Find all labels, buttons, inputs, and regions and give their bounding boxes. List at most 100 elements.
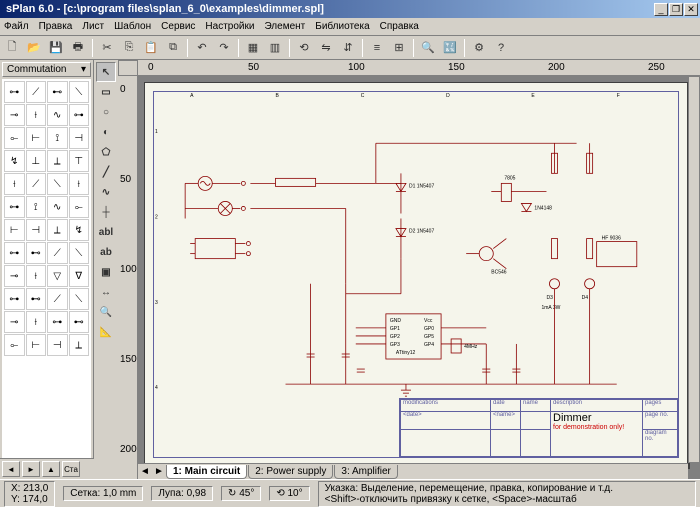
node-tool[interactable]: ┼: [96, 202, 116, 222]
symbol-item[interactable]: ⟊: [69, 173, 90, 195]
symbol-item[interactable]: ⊶: [69, 104, 90, 126]
lib-prev-button[interactable]: ◄: [2, 461, 20, 477]
lib-next-button[interactable]: ►: [22, 461, 40, 477]
image-tool[interactable]: ▣: [96, 262, 116, 282]
symbol-item[interactable]: ⟟: [47, 127, 68, 149]
settings-button[interactable]: ⚙: [469, 38, 489, 58]
symbol-item[interactable]: ⟂: [47, 150, 68, 172]
help-button[interactable]: ?: [491, 38, 511, 58]
menu-element[interactable]: Элемент: [264, 21, 305, 32]
minimize-button[interactable]: _: [654, 3, 668, 16]
symbol-item[interactable]: ⟊: [26, 311, 47, 333]
page-tab[interactable]: 3: Amplifier: [334, 465, 397, 479]
rectangle-tool[interactable]: ▭: [96, 82, 116, 102]
symbol-item[interactable]: ∿: [47, 196, 68, 218]
symbol-item[interactable]: ⊣: [69, 127, 90, 149]
symbol-item[interactable]: ⊷: [26, 242, 47, 264]
menu-file[interactable]: Файл: [4, 21, 29, 32]
align-button[interactable]: ≡: [367, 38, 387, 58]
library-category[interactable]: Commutation▾: [2, 62, 91, 77]
symbol-item[interactable]: ⟊: [4, 173, 25, 195]
symbol-item[interactable]: ⊢: [26, 127, 47, 149]
symbol-item[interactable]: ↯: [4, 150, 25, 172]
maximize-button[interactable]: ❐: [669, 3, 683, 16]
line-tool[interactable]: ╱: [96, 162, 116, 182]
symbol-item[interactable]: ∇: [69, 265, 90, 287]
symbol-item[interactable]: ⊶: [4, 242, 25, 264]
copy-button[interactable]: ⎘: [119, 38, 139, 58]
redo-button[interactable]: ↷: [214, 38, 234, 58]
symbol-item[interactable]: ↯: [69, 219, 90, 241]
menu-service[interactable]: Сервис: [161, 21, 195, 32]
text-tool[interactable]: ab: [96, 242, 116, 262]
symbol-item[interactable]: ⟜: [4, 334, 25, 356]
symbol-item[interactable]: ⟋: [47, 242, 68, 264]
symbol-item[interactable]: ⊣: [26, 219, 47, 241]
symbol-item[interactable]: ⟜: [4, 127, 25, 149]
symbol-item[interactable]: ⟍: [69, 81, 90, 103]
pointer-tool[interactable]: ↖: [96, 62, 116, 82]
symbol-item[interactable]: ⊸: [4, 311, 25, 333]
symbol-item[interactable]: ⊶: [4, 81, 25, 103]
menu-settings[interactable]: Настройки: [205, 21, 254, 32]
symbol-item[interactable]: ⊸: [4, 265, 25, 287]
components-button[interactable]: 🔣: [440, 38, 460, 58]
search-button[interactable]: 🔍: [418, 38, 438, 58]
bezier-tool[interactable]: ∿: [96, 182, 116, 202]
symbol-item[interactable]: ⊣: [47, 334, 68, 356]
symbol-item[interactable]: ⟊: [26, 104, 47, 126]
symbol-item[interactable]: ⟂: [69, 334, 90, 356]
symbol-item[interactable]: ∿: [47, 104, 68, 126]
symbol-item[interactable]: ⊤: [69, 150, 90, 172]
page-tab[interactable]: 2: Power supply: [248, 465, 333, 479]
menu-help[interactable]: Справка: [380, 21, 419, 32]
measure-tool[interactable]: 📐: [96, 322, 116, 342]
group-button[interactable]: ▦: [243, 38, 263, 58]
menu-page[interactable]: Лист: [82, 21, 104, 32]
rotate-button[interactable]: ⟲: [294, 38, 314, 58]
flip-v-button[interactable]: ⇵: [338, 38, 358, 58]
print-button[interactable]: 🖶: [68, 38, 88, 58]
symbol-item[interactable]: ⊥: [26, 150, 47, 172]
scrollbar-vertical[interactable]: [688, 76, 700, 463]
symbol-item[interactable]: ⊷: [26, 288, 47, 310]
flip-h-button[interactable]: ⇋: [316, 38, 336, 58]
cut-button[interactable]: ✂: [97, 38, 117, 58]
symbol-item[interactable]: ⟍: [47, 173, 68, 195]
canvas[interactable]: D1 1N5407 D2 1N5407 7805 BC546 ATtiny12 …: [138, 76, 700, 479]
special-tool[interactable]: ◐: [96, 122, 116, 142]
lib-up-button[interactable]: ▲: [42, 461, 60, 477]
symbol-item[interactable]: ⊶: [4, 288, 25, 310]
tab-next-button[interactable]: ►: [152, 466, 166, 477]
distribute-button[interactable]: ⊞: [389, 38, 409, 58]
symbol-item[interactable]: ⟋: [26, 81, 47, 103]
new-button[interactable]: 🗋: [2, 38, 22, 58]
symbol-item[interactable]: ⊷: [47, 81, 68, 103]
close-button[interactable]: ✕: [684, 3, 698, 16]
symbol-item[interactable]: ⊢: [26, 334, 47, 356]
circle-tool[interactable]: ○: [96, 102, 116, 122]
symbol-item[interactable]: ⊶: [4, 196, 25, 218]
symbol-item[interactable]: ⟍: [69, 288, 90, 310]
polygon-tool[interactable]: ⬠: [96, 142, 116, 162]
symbol-item[interactable]: ⟊: [26, 265, 47, 287]
symbol-item[interactable]: ▽: [47, 265, 68, 287]
dimension-tool[interactable]: ↔: [96, 282, 116, 302]
menu-library[interactable]: Библиотека: [315, 21, 369, 32]
symbol-item[interactable]: ⟂: [47, 219, 68, 241]
symbol-item[interactable]: ⟟: [26, 196, 47, 218]
paste-button[interactable]: 📋: [141, 38, 161, 58]
symbol-item[interactable]: ⊢: [4, 219, 25, 241]
symbol-item[interactable]: ⟜: [69, 196, 90, 218]
save-button[interactable]: 💾: [46, 38, 66, 58]
duplicate-button[interactable]: ⧉: [163, 38, 183, 58]
undo-button[interactable]: ↶: [192, 38, 212, 58]
open-button[interactable]: 📂: [24, 38, 44, 58]
symbol-item[interactable]: ⊸: [4, 104, 25, 126]
ungroup-button[interactable]: ▥: [265, 38, 285, 58]
menu-edit[interactable]: Правка: [39, 21, 73, 32]
menu-template[interactable]: Шаблон: [114, 21, 151, 32]
tab-prev-button[interactable]: ◄: [138, 466, 152, 477]
page-tab[interactable]: 1: Main circuit: [166, 465, 247, 479]
text-label-tool[interactable]: abl: [96, 222, 116, 242]
